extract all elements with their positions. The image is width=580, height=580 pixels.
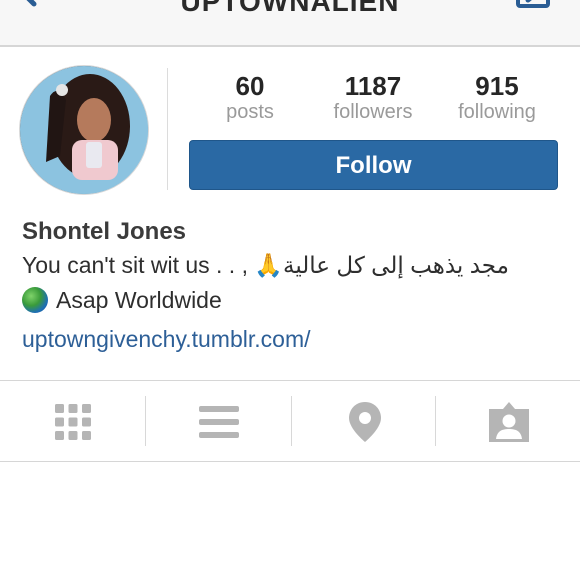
posts-label: posts xyxy=(226,101,274,123)
tab-tagged-photos[interactable] xyxy=(436,392,580,452)
following-count[interactable]: 915 following xyxy=(437,72,557,124)
grid-icon xyxy=(54,404,91,440)
location-pin-icon xyxy=(348,402,381,442)
bio-line-2: Asap Worldwide xyxy=(22,287,222,314)
profile-photo xyxy=(20,66,148,194)
avatar[interactable] xyxy=(20,66,148,194)
globe-icon xyxy=(22,287,48,313)
list-icon xyxy=(198,406,239,438)
divider xyxy=(167,68,168,190)
followers-label: followers xyxy=(333,101,413,123)
page-title: UPTOWNALIEN xyxy=(180,0,400,17)
navigation-bar: UPTOWNALIEN xyxy=(0,0,580,47)
divider xyxy=(0,380,580,381)
following-value: 915 xyxy=(475,71,519,101)
followers-count[interactable]: 1187 followers xyxy=(313,72,433,124)
posts-value: 60 xyxy=(235,71,265,101)
followers-value: 1187 xyxy=(344,71,402,101)
follow-button[interactable]: Follow xyxy=(189,140,558,190)
tab-list-view[interactable] xyxy=(146,392,291,452)
share-icon[interactable] xyxy=(516,0,560,22)
tab-grid-view[interactable] xyxy=(0,392,145,452)
divider xyxy=(0,461,580,462)
posts-count[interactable]: 60 posts xyxy=(190,72,310,124)
tagged-person-icon xyxy=(488,402,529,442)
profile-name: Shontel Jones xyxy=(22,218,187,245)
tab-map-view[interactable] xyxy=(292,392,437,452)
bio-line-1: You can't sit wit us . . , 🙏مجد يذهب إلى… xyxy=(22,252,509,278)
following-label: following xyxy=(458,101,536,123)
profile-page: UPTOWNALIEN 60 posts 1187 followers 915 … xyxy=(0,0,580,580)
bio-line-2-text: Asap Worldwide xyxy=(56,287,222,313)
website-link[interactable]: uptowngivenchy.tumblr.com/ xyxy=(22,326,311,353)
